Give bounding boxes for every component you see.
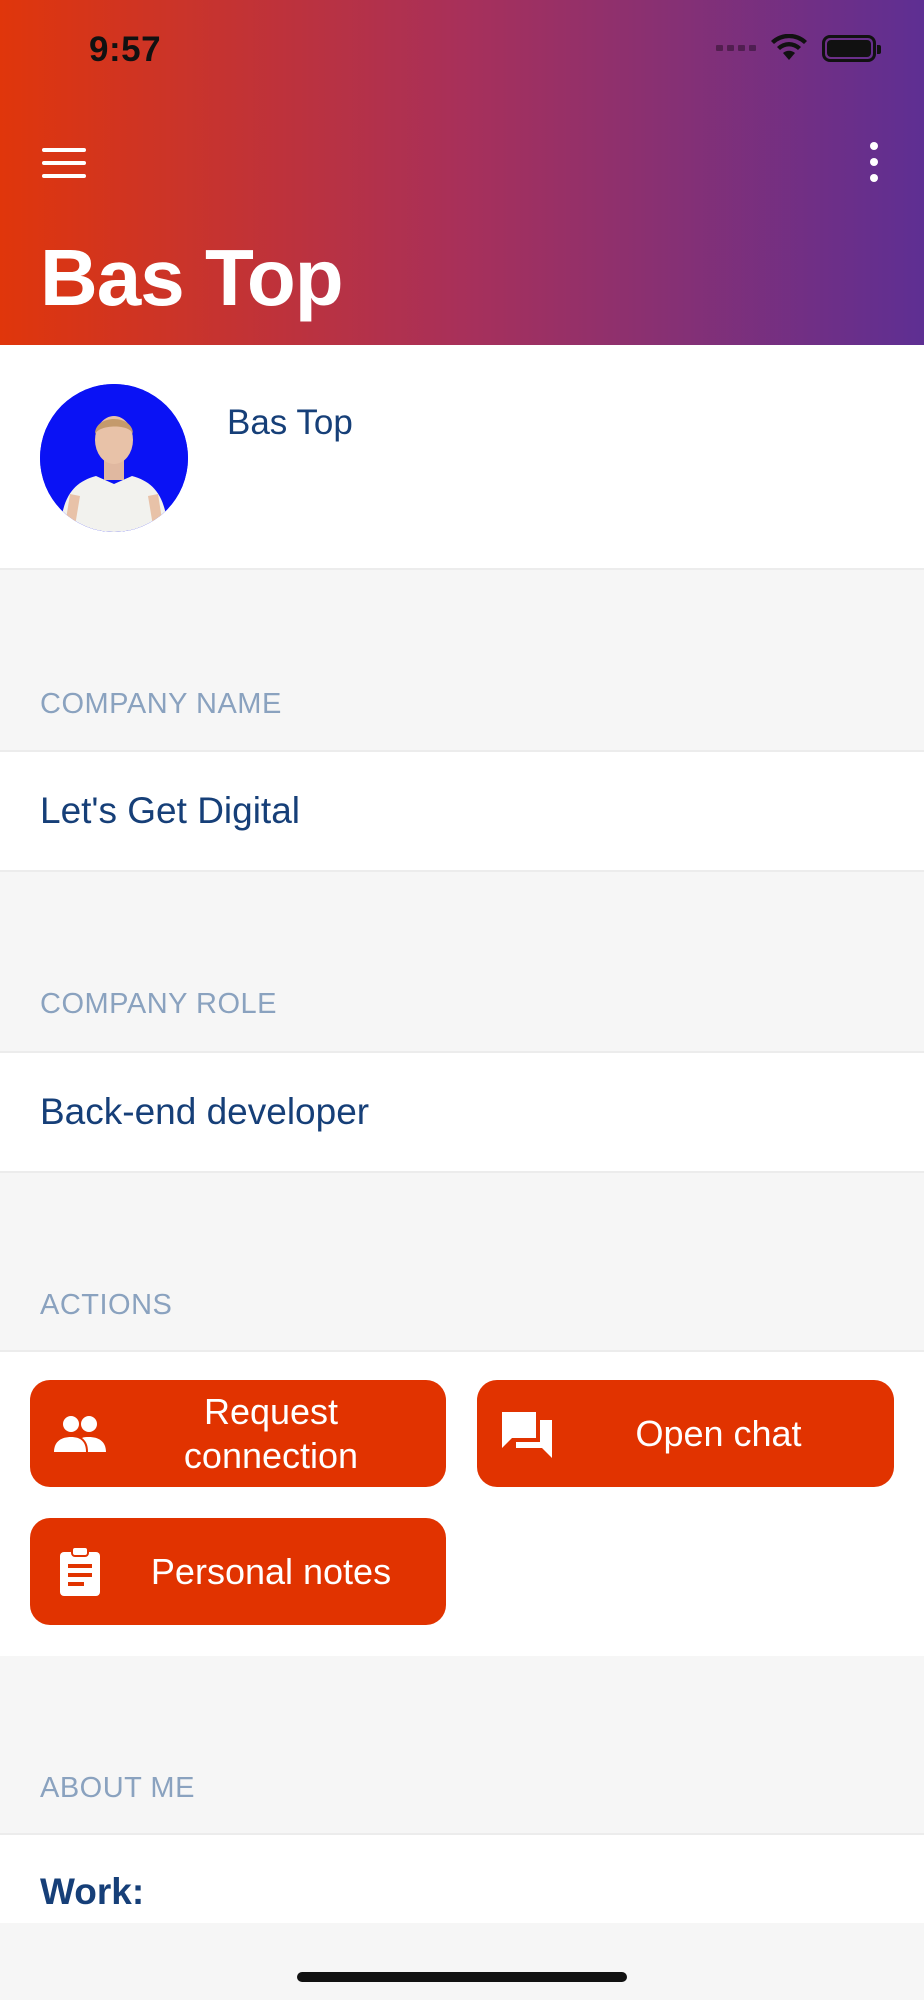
personal-notes-label: Personal notes bbox=[150, 1550, 392, 1592]
status-time: 9:57 bbox=[89, 30, 162, 69]
people-icon bbox=[50, 1404, 110, 1464]
profile-card: Bas Top bbox=[0, 345, 924, 570]
clipboard-icon bbox=[50, 1542, 110, 1602]
home-indicator[interactable] bbox=[297, 1972, 627, 1982]
work-heading: Work: bbox=[40, 1871, 145, 1912]
page-title: Bas Top bbox=[40, 233, 344, 322]
person-photo-icon bbox=[40, 384, 188, 532]
about-me-panel: Work: bbox=[0, 1833, 924, 1923]
signal-icon bbox=[716, 45, 756, 51]
request-connection-button[interactable]: Request connection bbox=[30, 1380, 446, 1487]
avatar[interactable] bbox=[40, 384, 188, 532]
personal-notes-button[interactable]: Personal notes bbox=[30, 1518, 446, 1625]
company-role-row: Back-end developer bbox=[0, 1051, 924, 1173]
battery-icon bbox=[822, 34, 881, 62]
open-chat-button[interactable]: Open chat bbox=[477, 1380, 894, 1487]
company-name-row: Let's Get Digital bbox=[0, 750, 924, 872]
company-name-value: Let's Get Digital bbox=[40, 790, 301, 831]
status-icons bbox=[716, 34, 881, 62]
request-connection-label-line2: connection bbox=[183, 1434, 359, 1476]
chat-icon bbox=[497, 1404, 557, 1464]
app-header: 9:57 Bas Top bbox=[0, 0, 924, 345]
actions-panel: Request connection Open chat Personal no… bbox=[0, 1350, 924, 1656]
home-bar-area bbox=[0, 1923, 924, 2000]
request-connection-label: Request connection bbox=[110, 1390, 446, 1478]
wifi-icon bbox=[771, 34, 807, 60]
open-chat-label: Open chat bbox=[635, 1412, 802, 1454]
actions-label: ACTIONS bbox=[40, 1289, 173, 1321]
hamburger-icon[interactable] bbox=[42, 148, 86, 178]
more-vertical-icon[interactable] bbox=[864, 142, 884, 182]
company-name-label: COMPANY NAME bbox=[40, 688, 282, 720]
about-me-label: ABOUT ME bbox=[40, 1772, 195, 1804]
request-connection-label-line1: Request bbox=[203, 1390, 339, 1432]
company-role-value: Back-end developer bbox=[40, 1091, 370, 1132]
profile-name: Bas Top bbox=[227, 403, 353, 442]
company-role-label: COMPANY ROLE bbox=[40, 988, 277, 1020]
